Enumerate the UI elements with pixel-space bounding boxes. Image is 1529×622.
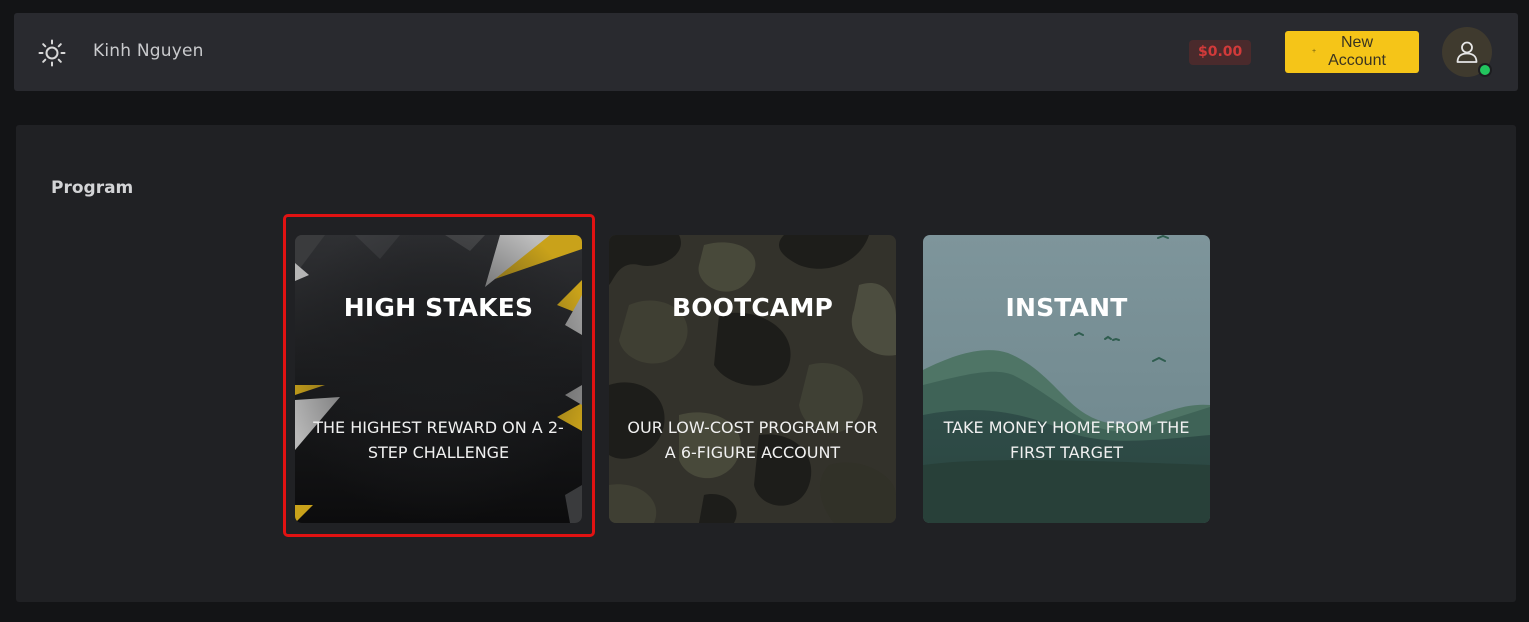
program-panel: Program HIGH STAKES THE HIGHEST REWARD O…: [16, 125, 1516, 602]
user-icon: [1456, 41, 1478, 63]
bootcamp-background: [609, 235, 896, 523]
card-description: OUR LOW-COST PROGRAM FOR A 6-FIGURE ACCO…: [627, 418, 878, 462]
theme-toggle-button[interactable]: [38, 39, 66, 67]
top-bar: Kinh Nguyen $0.00 + New Account: [14, 13, 1518, 91]
plus-icon: +: [1312, 48, 1317, 55]
sun-icon: [38, 39, 66, 67]
new-account-label: New Account: [1328, 34, 1386, 69]
balance-badge: $0.00: [1189, 40, 1252, 65]
section-title: Program: [51, 178, 134, 198]
card-description: THE HIGHEST REWARD ON A 2-STEP CHALLENGE: [313, 418, 564, 462]
user-name: Kinh Nguyen: [93, 41, 204, 61]
instant-background: [923, 235, 1210, 523]
card-title: INSTANT: [1005, 293, 1128, 322]
avatar[interactable]: [1442, 27, 1492, 77]
card-title: HIGH STAKES: [343, 293, 534, 322]
program-card-bootcamp[interactable]: BOOTCAMP OUR LOW-COST PROGRAM FOR A 6-FI…: [609, 235, 896, 523]
high-stakes-background: [295, 235, 582, 523]
program-card-high-stakes[interactable]: HIGH STAKES THE HIGHEST REWARD ON A 2-ST…: [295, 235, 582, 523]
card-title: BOOTCAMP: [671, 293, 834, 322]
card-description: TAKE MONEY HOME FROM THE FIRST TARGET: [943, 418, 1190, 462]
program-card-instant[interactable]: INSTANT TAKE MONEY HOME FROM THE FIRST T…: [923, 235, 1210, 523]
new-account-button[interactable]: + New Account: [1285, 31, 1419, 73]
online-status-dot: [1478, 63, 1492, 77]
